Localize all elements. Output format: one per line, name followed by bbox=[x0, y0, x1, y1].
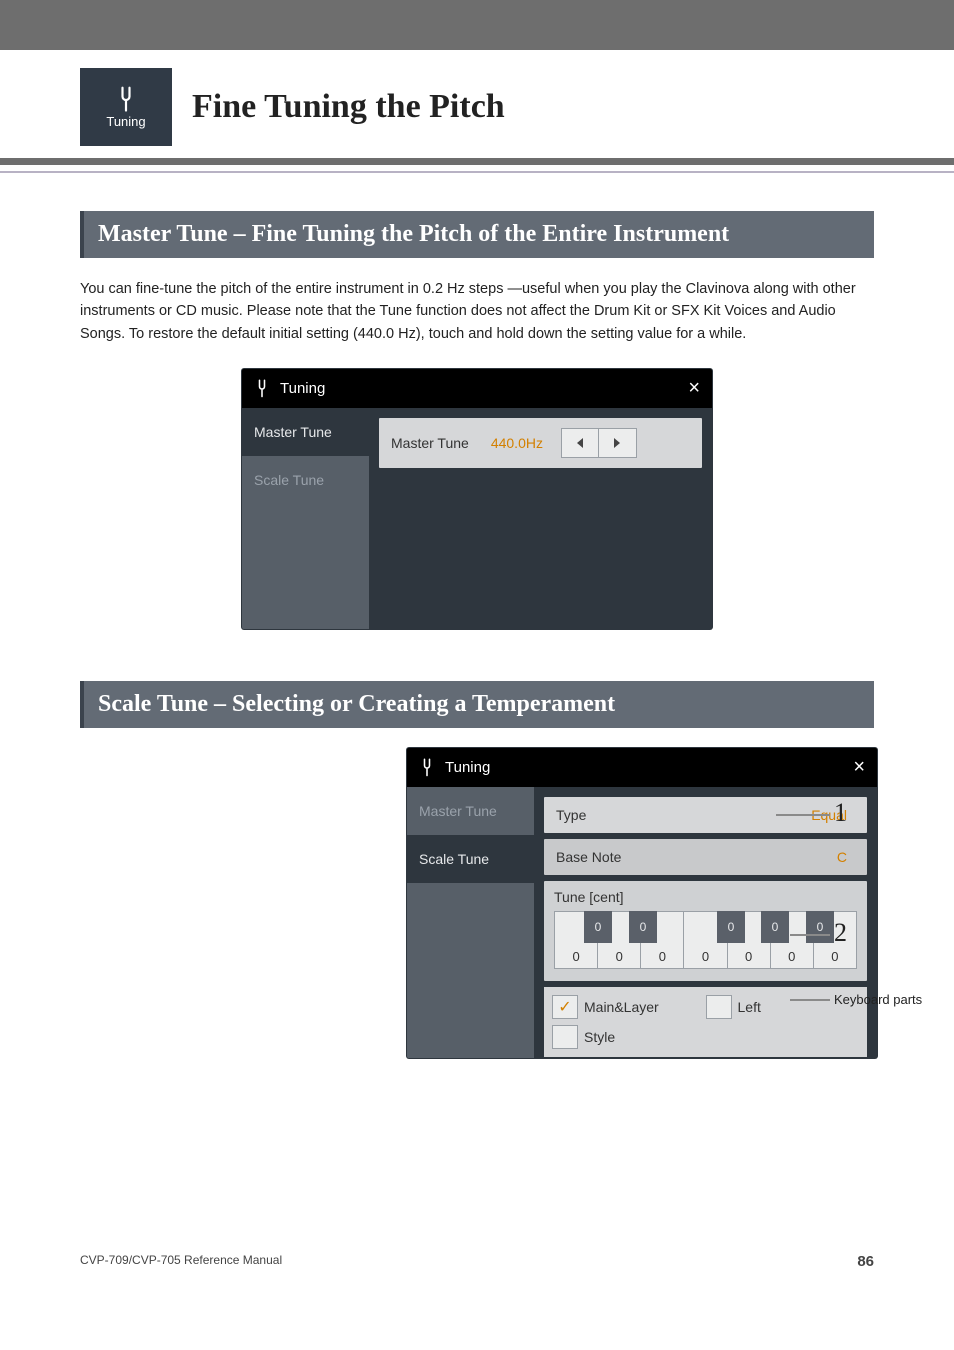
keyboard-parts-block: ✓ Main&Layer Left Style bbox=[544, 987, 867, 1057]
tuning-fork-icon bbox=[254, 379, 270, 399]
dialog-title: Tuning bbox=[280, 380, 325, 397]
callout-line bbox=[776, 814, 830, 816]
callout-line bbox=[790, 934, 830, 936]
close-icon[interactable]: × bbox=[853, 756, 865, 779]
callout-line bbox=[790, 999, 830, 1001]
black-key[interactable]: 0 bbox=[761, 911, 789, 943]
master-tune-increment[interactable] bbox=[599, 428, 637, 458]
screenshot-scale-tune: Tuning × Master Tune Scale Tune Type Equ… bbox=[407, 748, 877, 1058]
black-key[interactable]: 0 bbox=[584, 911, 612, 943]
page-title: Fine Tuning the Pitch bbox=[192, 88, 505, 126]
screenshot-master-tune: Tuning × Master Tune Scale Tune Master T… bbox=[242, 369, 712, 629]
label-style: Style bbox=[584, 1029, 706, 1045]
label-mainlayer: Main&Layer bbox=[584, 999, 706, 1015]
master-tune-row: Master Tune 440.0Hz bbox=[379, 418, 702, 468]
black-key[interactable]: 0 bbox=[717, 911, 745, 943]
checkbox-left[interactable] bbox=[706, 995, 732, 1019]
black-key[interactable]: 0 bbox=[629, 911, 657, 943]
tuning-badge: Tuning bbox=[80, 68, 172, 146]
sidebar-item-master-tune[interactable]: Master Tune bbox=[407, 787, 534, 835]
page-header: Tuning Fine Tuning the Pitch bbox=[80, 68, 874, 146]
top-border bbox=[0, 0, 954, 50]
base-note-value: C bbox=[837, 849, 847, 865]
header-rule-dark bbox=[0, 158, 954, 165]
base-note-row[interactable]: Base Note C bbox=[544, 839, 867, 875]
sidebar-item-scale-tune[interactable]: Scale Tune bbox=[407, 835, 534, 883]
callout-keyboard-parts: Keyboard parts bbox=[834, 992, 922, 1007]
tuning-badge-label: Tuning bbox=[106, 114, 145, 129]
section-master-title: Master Tune – Fine Tuning the Pitch of t… bbox=[80, 211, 874, 258]
page-footer: CVP-709/CVP-705 Reference Manual 86 bbox=[80, 1253, 874, 1270]
footer-page-number: 86 bbox=[857, 1253, 874, 1270]
master-tune-label: Master Tune bbox=[391, 435, 469, 451]
section-master-body: You can fine-tune the pitch of the entir… bbox=[80, 278, 874, 345]
master-tune-value[interactable]: 440.0Hz bbox=[491, 435, 543, 451]
checkbox-style[interactable] bbox=[552, 1025, 578, 1049]
sidebar-item-master-tune[interactable]: Master Tune bbox=[242, 408, 369, 456]
piano-keys: 0 0 0 0 0 0 0 0 0 0 0 bbox=[554, 911, 857, 969]
close-icon[interactable]: × bbox=[688, 377, 700, 400]
dialog-header: Tuning × bbox=[407, 748, 877, 787]
header-rule-light bbox=[0, 171, 954, 173]
tune-cent-block: Tune [cent] 0 0 0 0 0 0 0 0 0 bbox=[544, 881, 867, 981]
section-scale-title: Scale Tune – Selecting or Creating a Tem… bbox=[80, 681, 874, 728]
tune-cent-label: Tune [cent] bbox=[554, 889, 857, 905]
checkbox-mainlayer[interactable]: ✓ bbox=[552, 995, 578, 1019]
triangle-left-icon bbox=[575, 437, 585, 449]
dialog-title: Tuning bbox=[445, 759, 490, 776]
tuning-fork-icon bbox=[419, 758, 435, 778]
callout-2: 2 bbox=[834, 918, 847, 948]
master-tune-decrement[interactable] bbox=[561, 428, 599, 458]
callout-1: 1 bbox=[834, 798, 847, 828]
sidebar-item-scale-tune[interactable]: Scale Tune bbox=[242, 456, 369, 504]
dialog-header: Tuning × bbox=[242, 369, 712, 408]
type-label: Type bbox=[556, 807, 586, 823]
dialog-sidebar: Master Tune Scale Tune bbox=[407, 787, 534, 1058]
base-note-label: Base Note bbox=[556, 849, 621, 865]
dialog-sidebar: Master Tune Scale Tune bbox=[242, 408, 369, 629]
footer-reference: CVP-709/CVP-705 Reference Manual bbox=[80, 1253, 282, 1270]
tuning-fork-icon bbox=[115, 86, 137, 114]
triangle-right-icon bbox=[612, 437, 622, 449]
black-key[interactable]: 0 bbox=[806, 911, 834, 943]
